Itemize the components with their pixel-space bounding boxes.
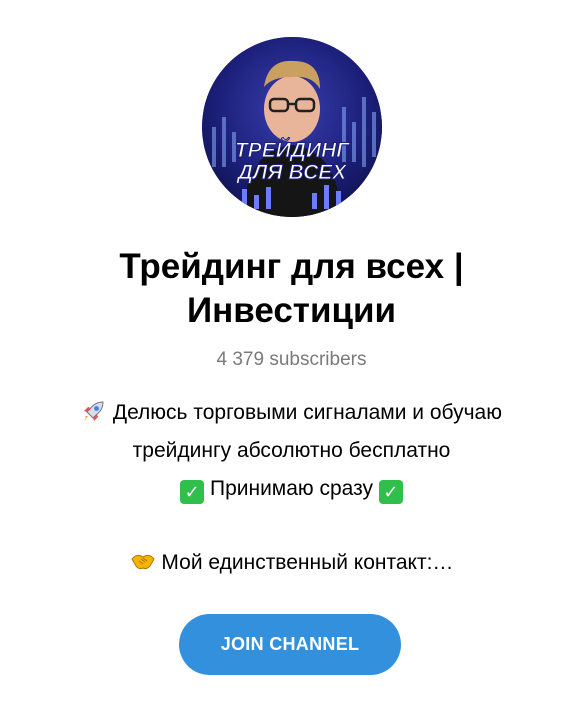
channel-avatar-image: ТРЕЙДИНГ ДЛЯ ВСЕХ bbox=[202, 37, 382, 217]
subscriber-count: 4 379 subscribers bbox=[216, 349, 367, 370]
handshake-icon bbox=[130, 554, 155, 570]
description-line4-text: Мой единственный контакт:… bbox=[161, 551, 454, 574]
description-line1-text: Делюсь торговыми сигналами и обучаю bbox=[112, 401, 502, 424]
channel-title: Трейдинг для всех | Инвестиции bbox=[0, 245, 583, 333]
check-mark-icon: ✓ bbox=[180, 480, 205, 504]
channel-title-line2: Инвестиции bbox=[186, 291, 397, 330]
description-line3-text: Принимаю сразу bbox=[209, 477, 374, 500]
avatar-text-line1: ТРЕЙДИНГ bbox=[235, 138, 350, 162]
description-line1: Делюсь торговыми сигналами и обучаю bbox=[0, 394, 583, 432]
check-mark-icon: ✓ bbox=[378, 480, 403, 504]
description-line4: Мой единственный контакт:… bbox=[0, 544, 583, 582]
description-line3: ✓ Принимаю сразу ✓ bbox=[0, 470, 583, 508]
rocket-icon bbox=[84, 401, 104, 421]
join-channel-button[interactable]: JOIN CHANNEL bbox=[179, 614, 401, 675]
description-line2: трейдингу абсолютно бесплатно bbox=[132, 439, 451, 462]
avatar-text-line2: ДЛЯ ВСЕХ bbox=[236, 161, 349, 184]
channel-title-line1: Трейдинг для всех | bbox=[119, 247, 464, 286]
channel-avatar: ТРЕЙДИНГ ДЛЯ ВСЕХ bbox=[202, 37, 382, 217]
channel-description: Делюсь торговыми сигналами и обучаю трей… bbox=[0, 394, 583, 582]
